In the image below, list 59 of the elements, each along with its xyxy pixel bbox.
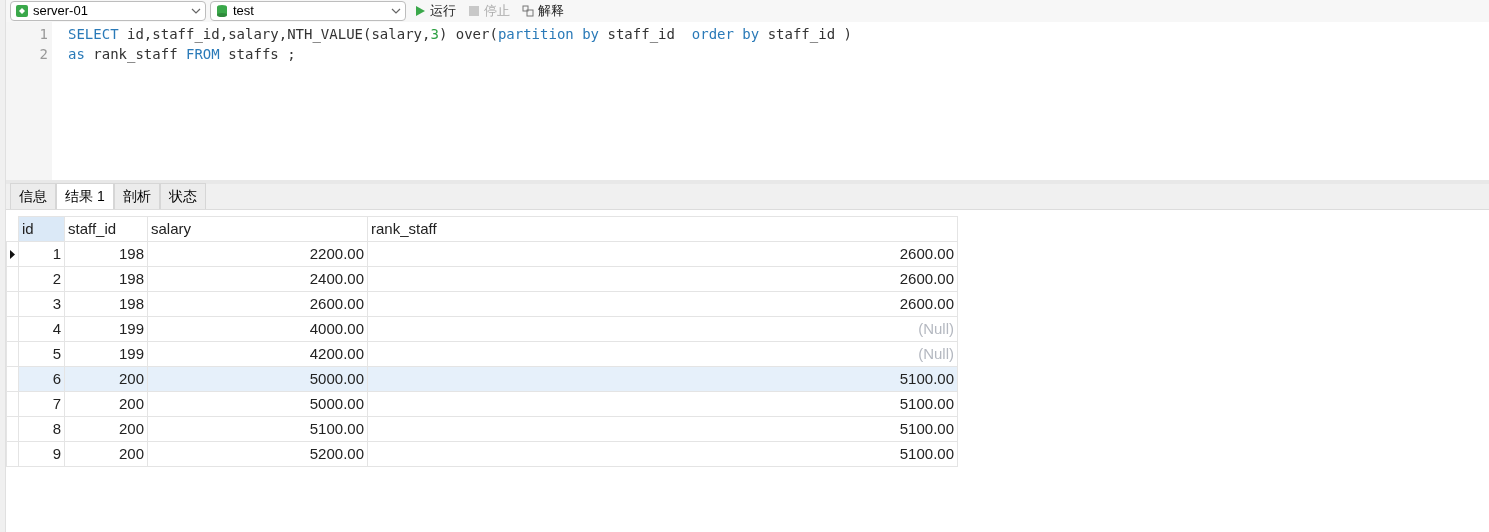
table-cell: 2600.00 (367, 291, 958, 317)
table-cell: 5100.00 (367, 416, 958, 442)
table-cell: 198 (64, 241, 148, 267)
column-header[interactable]: staff_id (64, 216, 148, 242)
table-cell: 9 (18, 441, 65, 467)
table-cell: 2200.00 (147, 241, 368, 267)
table-cell: 5000.00 (147, 391, 368, 417)
table-cell: 5100.00 (367, 441, 958, 467)
table-cell: 5100.00 (367, 391, 958, 417)
table-cell: (Null) (367, 316, 958, 342)
table-cell: 4200.00 (147, 341, 368, 367)
stop-icon (468, 5, 480, 17)
result-tab[interactable]: 剖析 (113, 183, 160, 209)
table-cell: 5100.00 (147, 416, 368, 442)
table-cell: 200 (64, 366, 148, 392)
table-cell: 6 (18, 366, 65, 392)
caret-icon (391, 8, 401, 14)
table-cell: 199 (64, 341, 148, 367)
table-cell: 1 (18, 241, 65, 267)
result-tab[interactable]: 结果 1 (56, 183, 114, 209)
table-cell: 2 (18, 266, 65, 292)
table-cell: 5200.00 (147, 441, 368, 467)
column-header[interactable]: rank_staff (367, 216, 958, 242)
table-cell: 2600.00 (367, 266, 958, 292)
table-cell: 4 (18, 316, 65, 342)
run-button[interactable]: 运行 (410, 1, 460, 21)
result-tab[interactable]: 状态 (159, 183, 206, 209)
explain-button[interactable]: 解释 (518, 1, 568, 21)
table-cell: 2600.00 (147, 291, 368, 317)
server-icon (15, 4, 29, 18)
table-cell: 5100.00 (367, 366, 958, 392)
line-number: 2 (39, 45, 48, 64)
table-cell: 199 (64, 316, 148, 342)
table-cell: 198 (64, 266, 148, 292)
table-cell: 200 (64, 391, 148, 417)
table-cell: 200 (64, 441, 148, 467)
code-line: SELECT id,staff_id,salary,NTH_VALUE(salary,3) over(partition by staff_id order by staff_id ) (68, 25, 853, 44)
table-cell: 5 (18, 341, 65, 367)
table-cell: 7 (18, 391, 65, 417)
column-header[interactable]: salary (147, 216, 368, 242)
explain-icon (522, 5, 534, 17)
caret-icon (191, 8, 201, 14)
line-number: 1 (39, 25, 48, 44)
play-icon (414, 5, 426, 17)
database-icon (215, 4, 229, 18)
table-cell: 2600.00 (367, 241, 958, 267)
result-tab[interactable]: 信息 (10, 183, 56, 209)
code-line: as rank_staff FROM staffs ; (68, 45, 297, 64)
column-header[interactable]: id (18, 216, 65, 242)
table-cell: 3 (18, 291, 65, 317)
table-cell: (Null) (367, 341, 958, 367)
dropdown[interactable]: server-01 (10, 1, 206, 21)
table-cell: 4000.00 (147, 316, 368, 342)
table-cell: 8 (18, 416, 65, 442)
table-cell: 198 (64, 291, 148, 317)
table-cell: 2400.00 (147, 266, 368, 292)
table-cell: 200 (64, 416, 148, 442)
table-cell: 5000.00 (147, 366, 368, 392)
dropdown[interactable]: test (210, 1, 406, 21)
